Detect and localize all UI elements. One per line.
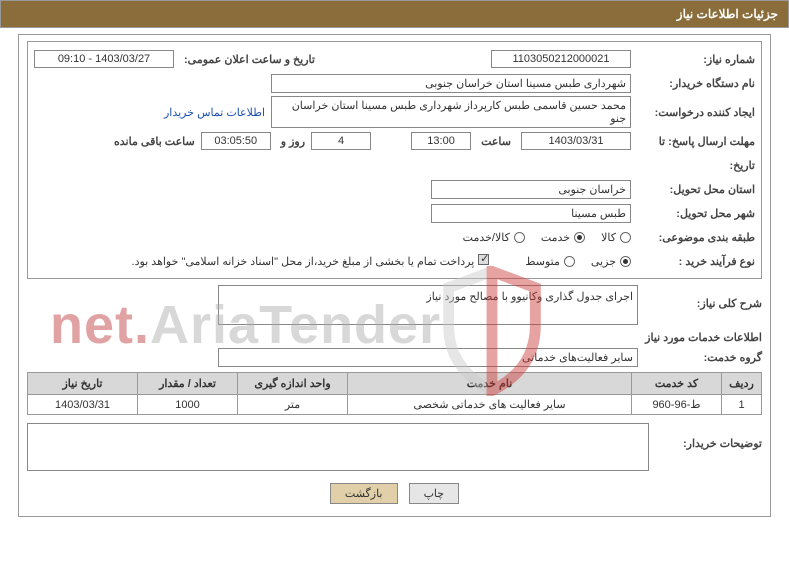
buyer-org-label: نام دستگاه خریدار: xyxy=(635,77,755,90)
delivery-province-label: استان محل تحویل: xyxy=(635,183,755,196)
cell-name: سایر فعالیت های خدماتی شخصی xyxy=(348,395,632,415)
need-no-label: شماره نیاز: xyxy=(635,53,755,66)
deadline-label: مهلت ارسال پاسخ: تا xyxy=(635,135,755,148)
date-label: تاریخ: xyxy=(635,159,755,172)
announce-dt-value: 1403/03/27 - 09:10 xyxy=(34,50,174,68)
th-service-code: کد خدمت xyxy=(632,373,722,395)
cell-date: 1403/03/31 xyxy=(28,395,138,415)
buyer-contact-link[interactable]: اطلاعات تماس خریدار xyxy=(164,106,265,119)
deadline-time-value: 13:00 xyxy=(411,132,471,150)
delivery-city-label: شهر محل تحویل: xyxy=(635,207,755,220)
need-desc-value: اجرای جدول گذاری وکانیوو با مصالح مورد ن… xyxy=(218,285,638,325)
remaining-label: ساعت باقی مانده xyxy=(114,135,195,148)
buyer-notes-textarea[interactable] xyxy=(27,423,649,471)
need-no-value: 1103050212000021 xyxy=(491,50,631,68)
radio-goods-service-label: کالا/خدمت xyxy=(463,231,510,244)
cell-row: 1 xyxy=(722,395,762,415)
time-label: ساعت xyxy=(481,135,511,148)
purchase-type-label: نوع فرآیند خرید : xyxy=(635,255,755,268)
back-button[interactable]: بازگشت xyxy=(330,483,398,504)
delivery-province-value: خراسان جنوبی xyxy=(431,180,631,199)
service-group-value: سایر فعالیت‌های خدماتی xyxy=(218,348,638,367)
deadline-date-value: 1403/03/31 xyxy=(521,132,631,150)
radio-medium[interactable]: متوسط xyxy=(525,255,575,268)
delivery-city-value: طبس مسینا xyxy=(431,204,631,223)
services-table: ردیف کد خدمت نام خدمت واحد اندازه گیری ت… xyxy=(27,372,762,415)
page-title: جزئیات اطلاعات نیاز xyxy=(0,0,789,28)
treasury-checkbox[interactable] xyxy=(474,254,489,268)
radio-small[interactable]: جزیی xyxy=(591,255,631,268)
radio-small-label: جزیی xyxy=(591,255,616,268)
services-info-heading: اطلاعات خدمات مورد نیاز xyxy=(27,331,762,344)
days-value: 4 xyxy=(311,132,371,150)
radio-goods[interactable]: کالا xyxy=(601,231,631,244)
print-button[interactable]: چاپ xyxy=(409,483,460,504)
radio-goods-label: کالا xyxy=(601,231,616,244)
radio-goods-service[interactable]: کالا/خدمت xyxy=(463,231,525,244)
creator-value: محمد حسین قاسمی طبس کارپرداز شهرداری طبس… xyxy=(271,96,631,128)
table-row: 1 ط-96-960 سایر فعالیت های خدماتی شخصی م… xyxy=(28,395,762,415)
radio-service-label: خدمت xyxy=(541,231,570,244)
creator-label: ایجاد کننده درخواست: xyxy=(635,106,755,119)
buyer-notes-label: توضیحات خریدار: xyxy=(653,419,762,450)
th-qty: تعداد / مقدار xyxy=(138,373,238,395)
cell-unit: متر xyxy=(238,395,348,415)
radio-medium-label: متوسط xyxy=(525,255,560,268)
subject-class-label: طبقه بندی موضوعی: xyxy=(635,231,755,244)
service-group-label: گروه خدمت: xyxy=(642,351,762,364)
th-row: ردیف xyxy=(722,373,762,395)
days-and-label: روز و xyxy=(281,135,305,148)
main-form-panel: شماره نیاز: 1103050212000021 تاریخ و ساع… xyxy=(18,34,771,517)
hours-left-value: 03:05:50 xyxy=(201,132,271,150)
th-need-date: تاریخ نیاز xyxy=(28,373,138,395)
details-box: شماره نیاز: 1103050212000021 تاریخ و ساع… xyxy=(27,41,762,279)
th-service-name: نام خدمت xyxy=(348,373,632,395)
payment-note: پرداخت تمام یا بخشی از مبلغ خرید،از محل … xyxy=(132,255,475,268)
th-unit: واحد اندازه گیری xyxy=(238,373,348,395)
radio-service[interactable]: خدمت xyxy=(541,231,585,244)
buyer-org-value: شهرداری طبس مسینا استان خراسان جنوبی xyxy=(271,74,631,93)
cell-qty: 1000 xyxy=(138,395,238,415)
cell-code: ط-96-960 xyxy=(632,395,722,415)
need-desc-label: شرح کلی نیاز: xyxy=(642,285,762,310)
announce-dt-label: تاریخ و ساعت اعلان عمومی: xyxy=(184,53,315,66)
